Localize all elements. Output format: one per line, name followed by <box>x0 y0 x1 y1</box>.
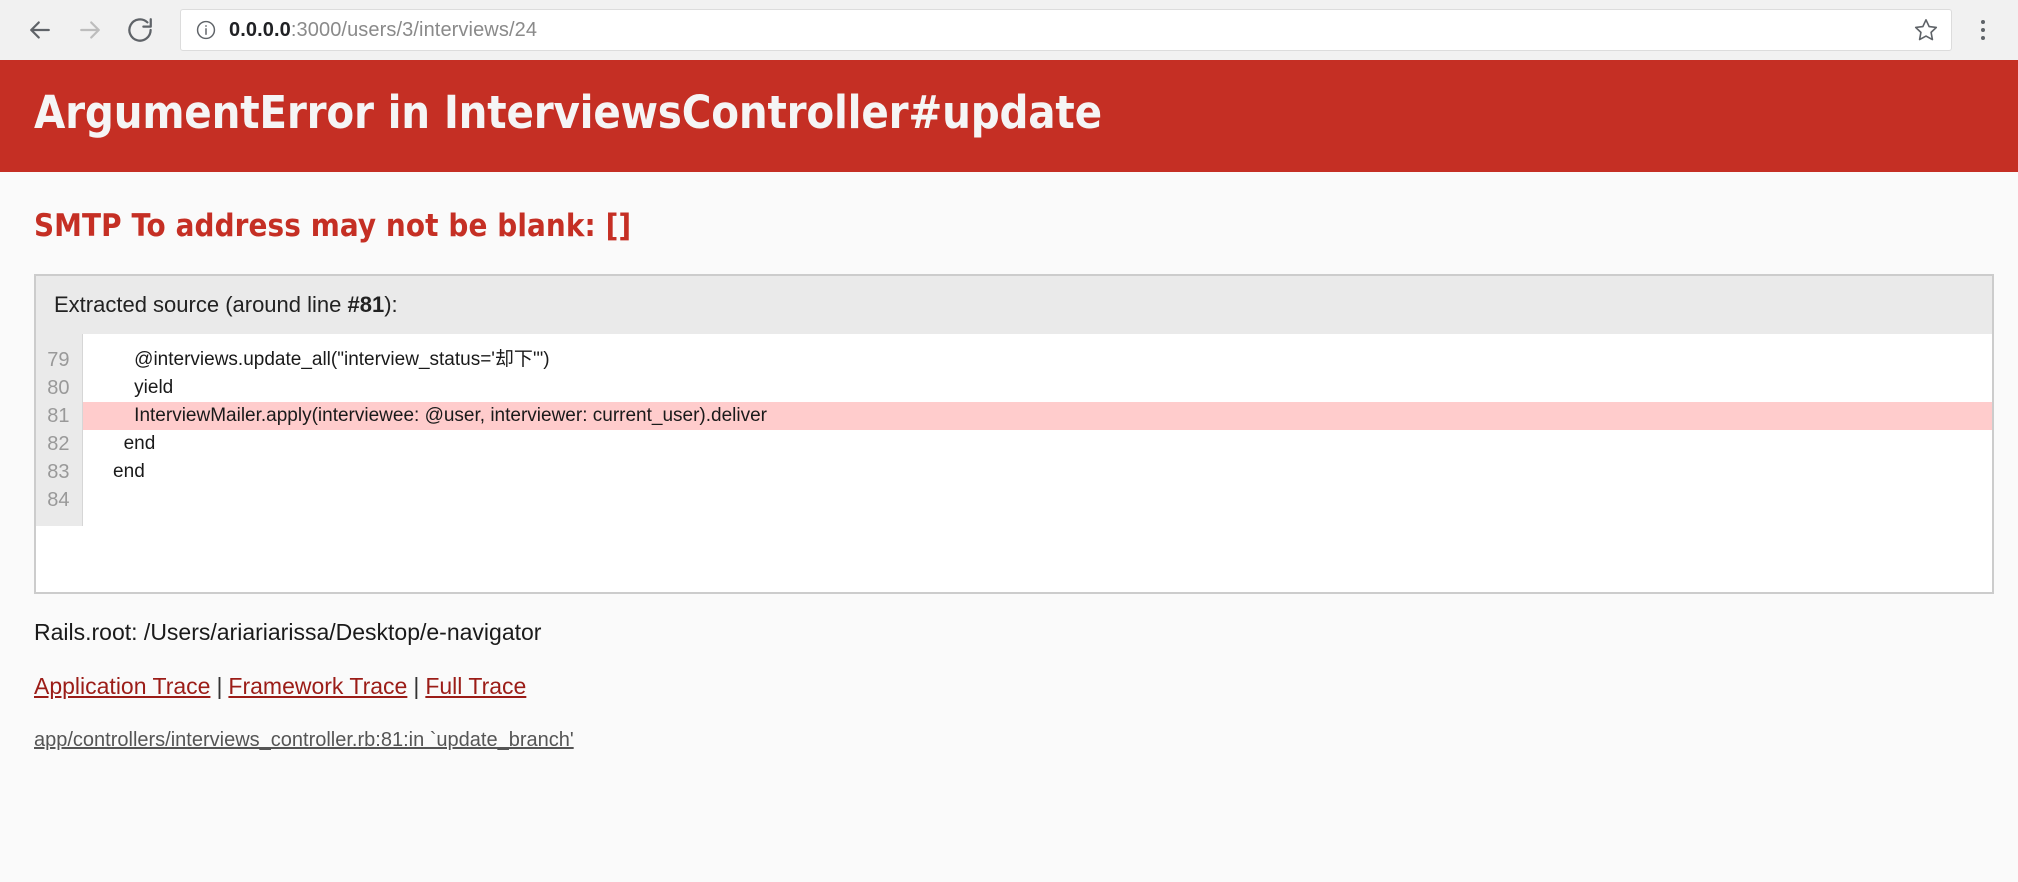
url-path: :3000/users/3/interviews/24 <box>290 19 538 41</box>
menu-dot <box>1981 28 1985 32</box>
line-number-gutter: 79 80 81 82 83 84 <box>36 334 83 527</box>
extracted-source-header: Extracted source (around line #81): <box>36 276 1992 335</box>
url-text[interactable]: 0.0.0.0:3000/users/3/interviews/24 <box>229 20 1903 41</box>
rails-error-page: ArgumentError in InterviewsController#up… <box>0 60 2018 882</box>
framework-trace-link[interactable]: Framework Trace <box>228 673 407 699</box>
page-title: ArgumentError in InterviewsController#up… <box>34 86 1102 139</box>
code-line-number: 83 <box>47 461 70 484</box>
browser-menu-button[interactable] <box>1966 10 2000 50</box>
site-info-icon[interactable] <box>195 19 217 41</box>
source-code-cell: @interviews.update_all("interview_status… <box>82 334 1993 527</box>
url-host: 0.0.0.0 <box>229 19 291 41</box>
source-code-table: 79 80 81 82 83 84 @interviews.update_all("int… <box>36 334 1993 527</box>
full-trace-link[interactable]: Full Trace <box>425 673 526 699</box>
code-line: @interviews.update_all("interview_status… <box>102 349 550 371</box>
address-bar[interactable]: 0.0.0.0:3000/users/3/interviews/24 <box>180 9 1952 51</box>
browser-toolbar: 0.0.0.0:3000/users/3/interviews/24 <box>0 0 2018 60</box>
reload-button[interactable] <box>118 8 162 52</box>
extracted-source-box: Extracted source (around line #81): 79 80… <box>34 274 1994 595</box>
menu-dot <box>1981 36 1985 40</box>
error-banner: ArgumentError in InterviewsController#up… <box>0 60 2018 172</box>
code-line-number: 82 <box>47 433 70 456</box>
code-line: end <box>102 461 145 483</box>
code-line-number: 84 <box>47 489 70 512</box>
code-bottom-spacer <box>36 526 1992 592</box>
trace-links: Application Trace | Framework Trace | Full T… <box>0 648 2018 702</box>
menu-dot <box>1981 20 1985 24</box>
code-line: yield <box>102 377 174 399</box>
extracted-source-header-suffix: ): <box>384 292 398 317</box>
code-line: end <box>102 433 156 455</box>
code-line-number: 81 <box>47 405 70 428</box>
code-line-number: 79 <box>47 349 70 372</box>
application-trace-link[interactable]: Application Trace <box>34 673 210 699</box>
rails-root-path: Rails.root: /Users/ariariarissa/Desktop/… <box>34 619 542 646</box>
bookmark-star-icon[interactable] <box>1913 17 1939 43</box>
error-message: SMTP To address may not be blank: [] <box>34 208 632 244</box>
trace-entry-list: app/controllers/interviews_controller.rb… <box>0 702 2018 754</box>
code-line-number: 80 <box>47 377 70 400</box>
code-line-highlighted: InterviewMailer.apply(interviewee: @user… <box>82 402 1992 431</box>
reload-icon <box>128 18 152 42</box>
forward-arrow-icon <box>80 21 100 39</box>
trace-entry[interactable]: app/controllers/interviews_controller.rb… <box>34 729 574 751</box>
trace-separator-1: | <box>216 673 223 700</box>
forward-button[interactable] <box>68 8 112 52</box>
trace-separator-2: | <box>413 673 420 700</box>
back-button[interactable] <box>18 8 62 52</box>
extracted-source-line-number: #81 <box>347 292 385 317</box>
back-arrow-icon <box>30 21 50 39</box>
extracted-source-header-prefix: Extracted source (around line <box>54 292 348 317</box>
